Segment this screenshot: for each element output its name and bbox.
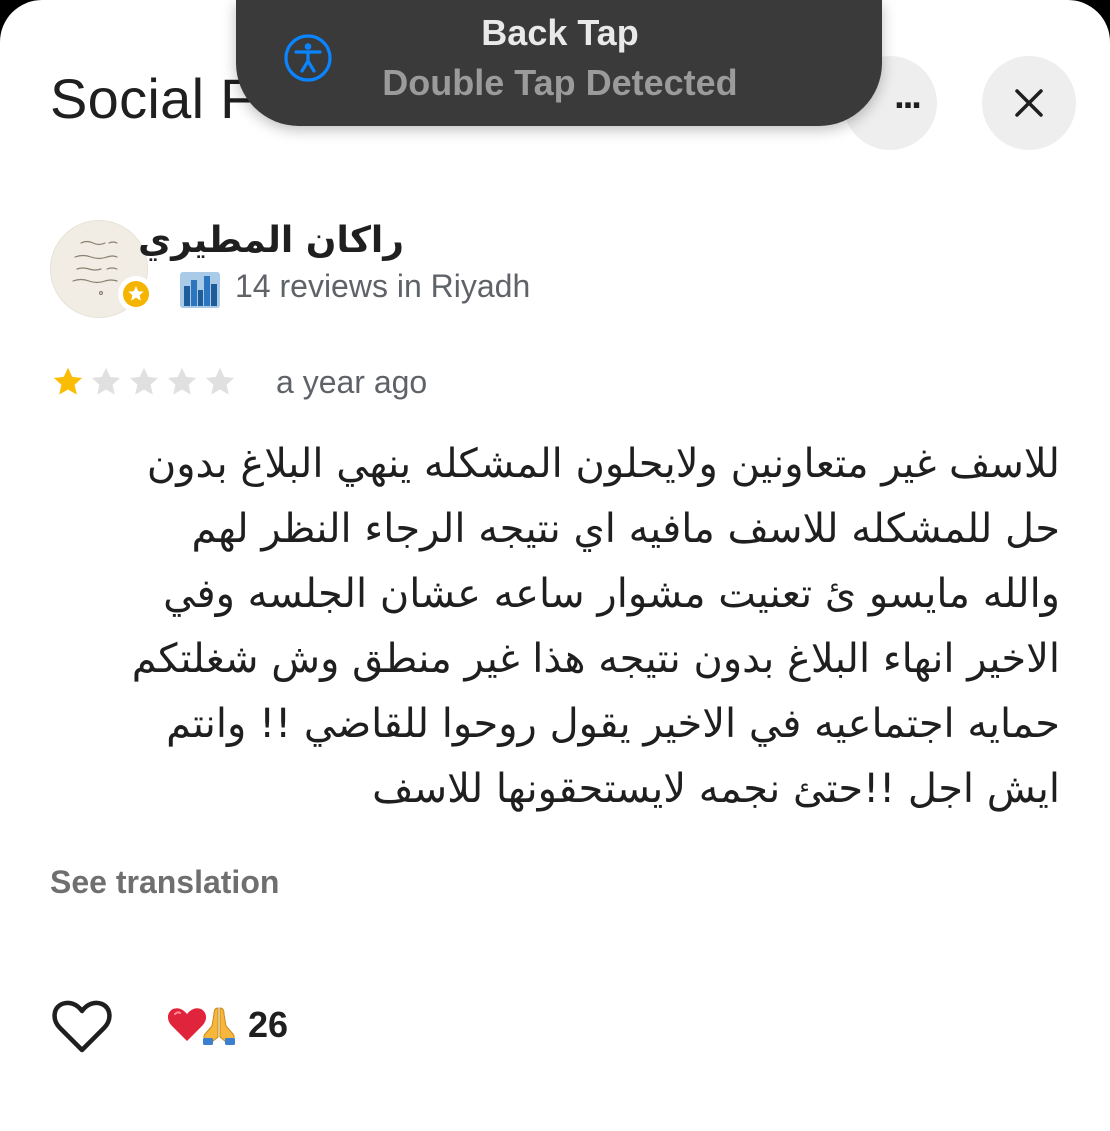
review-line: حل للمشكله للاسف مافيه اي نتيجه الرجاء ا… <box>191 506 1060 552</box>
review-text: للاسف غير متعاونين ولايحلون المشكله ينهي… <box>48 432 1060 822</box>
review-line: للاسف غير متعاونين ولايحلون المشكله ينهي… <box>146 441 1060 487</box>
close-icon <box>1015 89 1043 117</box>
reactions-summary[interactable]: 26 <box>166 1004 288 1046</box>
cityscape-icon <box>180 272 220 308</box>
reviewer-name[interactable]: راكان المطيري <box>138 220 404 261</box>
folded-hands-icon <box>203 1007 235 1045</box>
reviewer-reviews-count: 14 reviews in Riyadh <box>235 268 531 304</box>
star-empty-icon <box>129 367 159 395</box>
review-line: الاخير انهاء البلاغ بدون نتيجه هذا غير م… <box>131 636 1060 682</box>
review-sheet: Social F ... راكان المطيري 14 reviews in… <box>0 0 1110 1131</box>
local-guide-star-icon <box>123 281 149 307</box>
star-empty-icon <box>205 367 235 395</box>
close-button[interactable] <box>982 56 1076 150</box>
star-rating <box>50 364 238 400</box>
accessibility-icon <box>284 34 332 82</box>
banner-subtitle: Double Tap Detected <box>382 62 738 103</box>
more-dots-icon: ... <box>894 75 922 117</box>
star-empty-icon <box>91 367 121 395</box>
review-line: حمايه اجتماعيه في الاخير يقول روحوا للقا… <box>166 701 1060 747</box>
page-title: Social F <box>50 67 255 130</box>
like-heart-icon[interactable] <box>50 996 114 1056</box>
star-empty-icon <box>167 367 197 395</box>
star-filled-icon <box>53 367 83 395</box>
local-guide-badge <box>118 276 154 312</box>
banner-title: Back Tap <box>481 12 639 53</box>
review-line: والله مايسو ئ تعنيت مشوار ساعه عشان الجل… <box>163 571 1060 617</box>
review-time: a year ago <box>276 364 428 400</box>
see-translation-link[interactable]: See translation <box>50 864 279 901</box>
reaction-count: 26 <box>248 1004 289 1045</box>
review-line: ايش اجل !!حتئ نجمه لايستحقونها للاسف <box>372 766 1060 812</box>
